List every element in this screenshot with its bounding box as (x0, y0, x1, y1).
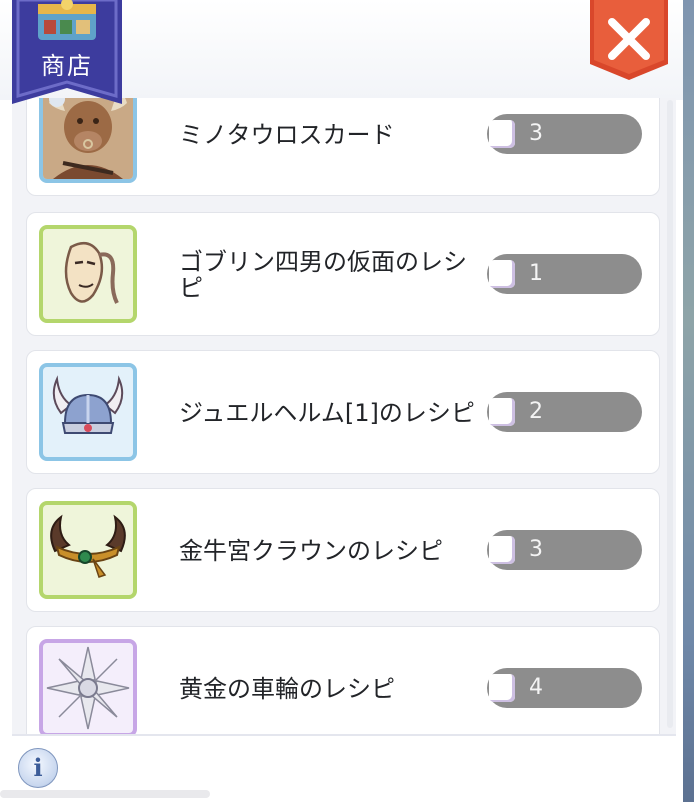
horn-crown-icon (50, 514, 126, 578)
quantity-card-icon (489, 674, 515, 702)
info-button[interactable]: i (18, 748, 58, 788)
item-thumbnail (39, 363, 137, 461)
item-thumbnail (39, 639, 137, 734)
minotaur-card-icon (43, 98, 133, 179)
quantity-card-icon (489, 398, 515, 426)
item-thumbnail (39, 98, 137, 183)
bottom-scroll-indicator (0, 790, 210, 798)
background-strip (682, 0, 694, 802)
close-icon (590, 0, 668, 80)
quantity-badge: 3 (487, 114, 642, 154)
quantity-value: 3 (529, 121, 543, 146)
scrollbar[interactable] (667, 100, 673, 728)
item-list[interactable]: ミノタウロスカード 3 ゴブリン四男の仮面のレシピ 1 ジュエルヘルム[1]のレ… (12, 98, 676, 736)
list-item[interactable]: ジュエルヘルム[1]のレシピ 2 (26, 350, 660, 474)
quantity-card-icon (489, 260, 515, 288)
quantity-value: 3 (529, 537, 543, 562)
quantity-badge: 2 (487, 392, 642, 432)
quantity-value: 4 (529, 675, 543, 700)
item-thumbnail (39, 501, 137, 599)
item-name: 金牛宮クラウンのレシピ (179, 537, 443, 565)
item-name: ミノタウロスカード (179, 121, 395, 149)
list-item[interactable]: 黄金の車輪のレシピ 4 (26, 626, 660, 734)
golden-wheel-icon (46, 646, 130, 730)
quantity-card-icon (489, 120, 515, 148)
quantity-badge: 1 (487, 254, 642, 294)
item-name: ジュエルヘルム[1]のレシピ (179, 399, 475, 427)
list-item[interactable]: ゴブリン四男の仮面のレシピ 1 (26, 212, 660, 336)
mask-icon (64, 241, 119, 304)
quantity-value: 2 (529, 399, 543, 424)
shop-title: 商店 (41, 52, 93, 80)
list-item[interactable]: 金牛宮クラウンのレシピ 3 (26, 488, 660, 612)
item-name: ゴブリン四男の仮面のレシピ (179, 248, 467, 302)
item-thumbnail (39, 225, 137, 323)
quantity-badge: 4 (487, 668, 642, 708)
item-name: 黄金の車輪のレシピ (179, 675, 395, 703)
quantity-card-icon (489, 536, 515, 564)
quantity-value: 1 (529, 261, 543, 286)
list-item[interactable]: ミノタウロスカード 3 (26, 98, 660, 196)
shop-panel: ミノタウロスカード 3 ゴブリン四男の仮面のレシピ 1 ジュエルヘルム[1]のレ… (0, 0, 683, 802)
horned-helm-icon (52, 375, 124, 434)
info-icon: i (33, 753, 43, 782)
close-button[interactable] (590, 0, 668, 82)
quantity-badge: 3 (487, 530, 642, 570)
